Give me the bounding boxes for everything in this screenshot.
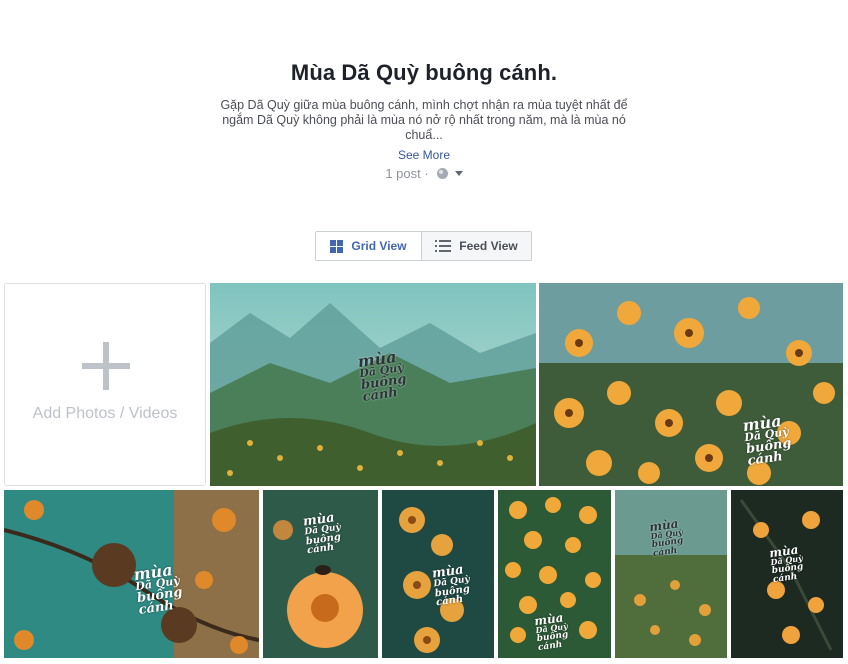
grid-view-button[interactable]: Grid View	[316, 232, 422, 260]
album-photo[interactable]: mùa Dã Quỳ buông cánh	[615, 490, 727, 658]
watermark: mùa Dã Quỳ buông cánh	[132, 560, 184, 618]
album-photo[interactable]: mùa Dã Quỳ buông cánh	[498, 490, 611, 658]
album-description: Gặp Dã Quỳ giữa mùa buông cánh, mình chợ…	[220, 98, 628, 142]
album-meta: 1 post ·	[0, 166, 848, 181]
album-photo[interactable]: mùa Dã Quỳ buông cánh	[731, 490, 843, 658]
feed-view-label: Feed View	[459, 239, 518, 253]
grid-icon	[330, 239, 344, 253]
list-icon	[435, 240, 452, 252]
watermark: mùa Dã Quỳ buông cánh	[648, 516, 684, 559]
feed-view-button[interactable]: Feed View	[422, 232, 531, 260]
album-photo[interactable]: mùa Dã Quỳ buông cánh	[4, 490, 259, 658]
watermark: mùa Dã Quỳ buông cánh	[768, 542, 804, 585]
privacy-dropdown-caret-icon[interactable]	[454, 171, 463, 176]
globe-icon	[436, 168, 448, 179]
add-photos-tile[interactable]: Add Photos / Videos	[4, 283, 206, 486]
post-count: 1 post ·	[385, 166, 429, 181]
grid-view-label: Grid View	[351, 239, 407, 253]
add-photos-label: Add Photos / Videos	[32, 405, 178, 422]
photo-image	[615, 490, 727, 658]
plus-icon	[82, 342, 130, 390]
photo-image	[539, 283, 843, 486]
see-more-link[interactable]: See More	[0, 148, 848, 162]
album-photo[interactable]: mùa Dã Quỳ buông cánh	[263, 490, 378, 658]
watermark: mùa Dã Quỳ buông cánh	[533, 610, 569, 653]
watermark: mùa Dã Quỳ buông cánh	[302, 510, 342, 557]
album-title: Mùa Dã Quỳ buông cánh.	[290, 60, 558, 85]
album-photo[interactable]: mùa Dã Quỳ buông cánh	[539, 283, 843, 486]
watermark: mùa Dã Quỳ buông cánh	[741, 411, 793, 469]
watermark: mùa Dã Quỳ buông cánh	[431, 562, 471, 609]
album-photo[interactable]: mùa Dã Quỳ buông cánh	[210, 283, 536, 486]
photo-image	[4, 490, 259, 658]
view-toggle: Grid View Feed View	[315, 231, 532, 261]
album-photo[interactable]: mùa Dã Quỳ buông cánh	[382, 490, 494, 658]
watermark: mùa Dã Quỳ buông cánh	[356, 347, 408, 405]
